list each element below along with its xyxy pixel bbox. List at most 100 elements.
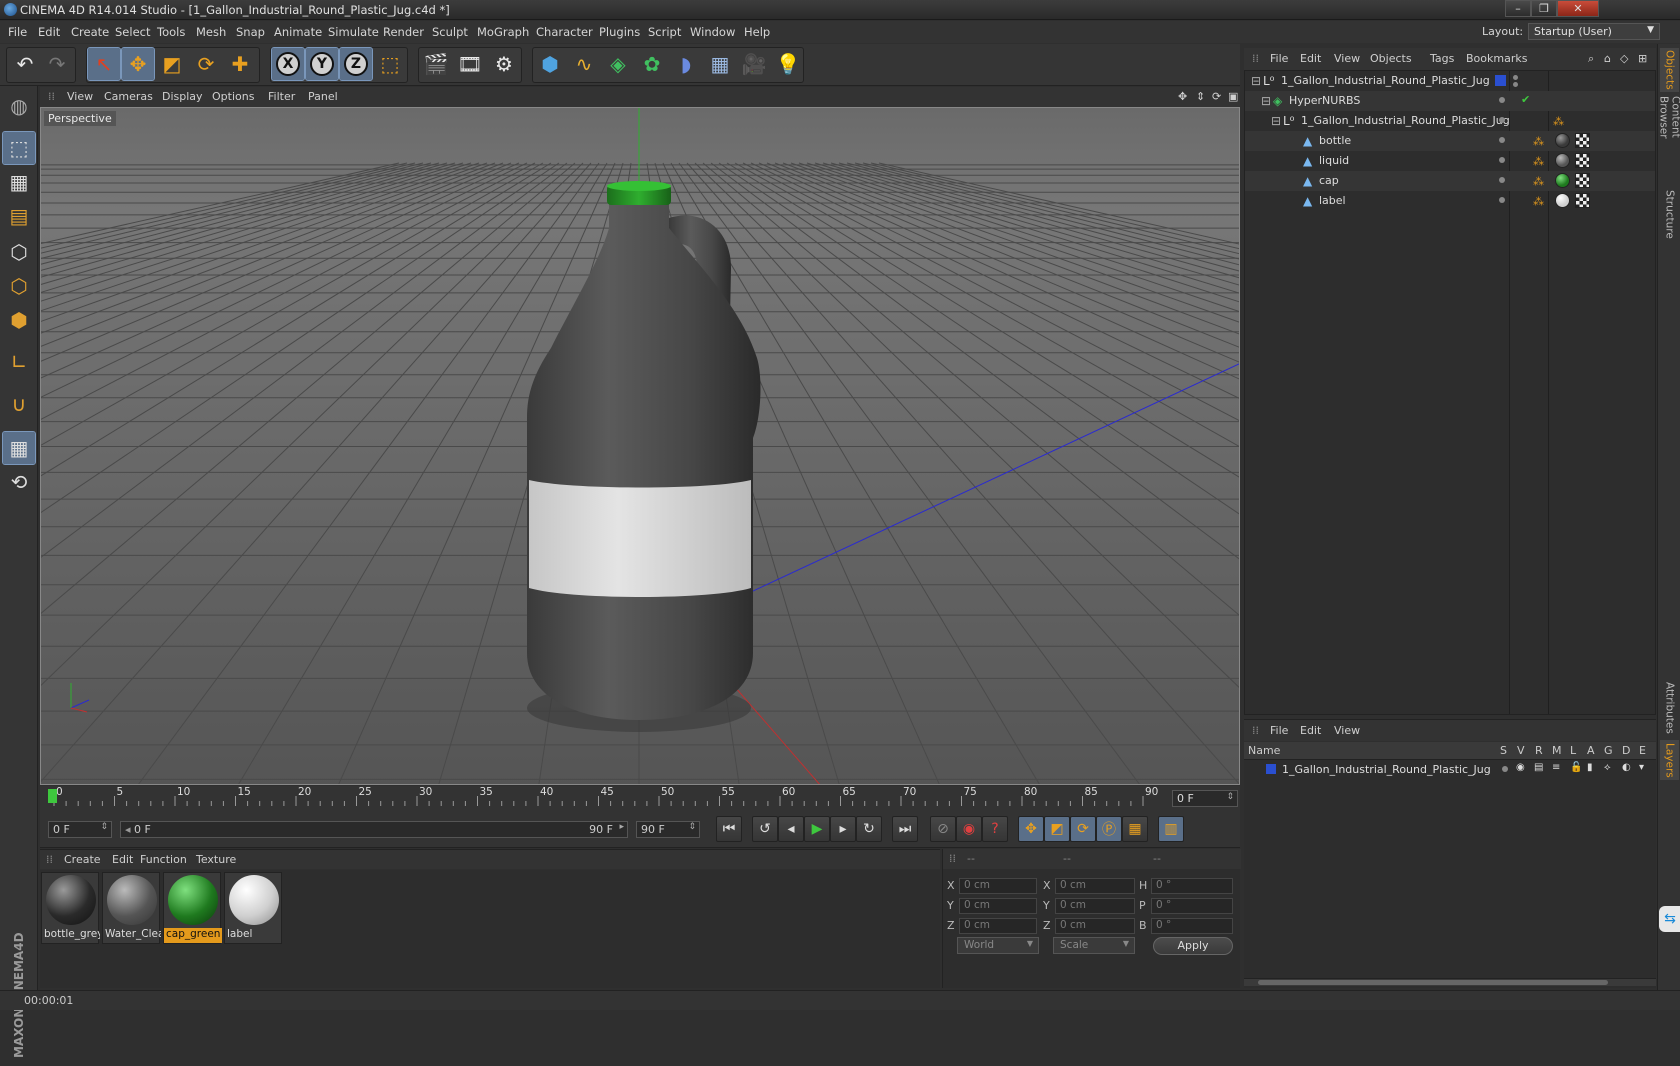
menu-tools[interactable]: Tools: [157, 25, 185, 39]
move-tool-icon[interactable]: ✥: [121, 47, 155, 81]
z-axis-lock-icon[interactable]: Z: [339, 47, 373, 81]
current-frame-field[interactable]: 0 F ⇕: [1172, 790, 1238, 807]
object-row[interactable]: ▲ cap ⁂: [1245, 171, 1655, 191]
go-to-end-icon[interactable]: ⏭: [892, 816, 918, 842]
object-row[interactable]: ▲ bottle ⁂: [1245, 131, 1655, 151]
viewport-zoom-icon[interactable]: ⇕: [1196, 90, 1205, 103]
viewport-menu-view[interactable]: View: [67, 90, 93, 103]
viewport-menu-cameras[interactable]: Cameras: [104, 90, 153, 103]
phong-tag-icon[interactable]: ⁂: [1533, 195, 1544, 208]
column-expressions[interactable]: E: [1639, 744, 1646, 757]
eye-icon[interactable]: ◉: [1516, 762, 1525, 773]
material-menu-create[interactable]: Create: [64, 853, 101, 866]
viewport-menu-options[interactable]: Options: [212, 90, 254, 103]
editor-visibility-dot[interactable]: [1499, 117, 1505, 123]
material-menu-function[interactable]: Function: [140, 853, 187, 866]
record-active-objects-icon[interactable]: ◉: [956, 816, 982, 842]
solo-toggle[interactable]: [1502, 766, 1508, 772]
rot-p-field[interactable]: 0 °: [1151, 898, 1233, 914]
nurbs-icon[interactable]: ◈: [602, 48, 634, 80]
playhead-marker[interactable]: [48, 789, 57, 803]
deformer-icon[interactable]: ◐: [1622, 762, 1631, 773]
x-axis-lock-icon[interactable]: X: [271, 47, 305, 81]
viewport-rotate-icon[interactable]: ⟳: [1212, 90, 1221, 103]
uvw-tag-icon[interactable]: [1575, 153, 1590, 168]
editor-visibility-dot[interactable]: [1499, 197, 1505, 203]
play-forward-icon[interactable]: ▶: [804, 816, 830, 842]
points-mode-icon[interactable]: ⬡: [3, 236, 35, 268]
axis-mode-icon[interactable]: ∟: [3, 346, 35, 378]
menu-render[interactable]: Render: [383, 25, 424, 39]
teamviewer-icon[interactable]: ⇆: [1659, 906, 1680, 932]
phong-tag-icon[interactable]: ⁂: [1533, 155, 1544, 168]
edges-mode-icon[interactable]: ⬡: [3, 270, 35, 302]
rot-b-field[interactable]: 0 °: [1151, 918, 1233, 934]
viewport-move-icon[interactable]: ✥: [1178, 90, 1187, 103]
close-button[interactable]: ✕: [1557, 0, 1599, 17]
workplane-lock-icon[interactable]: ▦: [2, 431, 36, 465]
editor-visibility-dot[interactable]: [1513, 75, 1518, 80]
autokeying-icon[interactable]: ?: [982, 816, 1008, 842]
column-generators[interactable]: G: [1604, 744, 1613, 757]
layer-color-swatch[interactable]: [1266, 764, 1276, 774]
object-row[interactable]: ▲ liquid ⁂: [1245, 151, 1655, 171]
editor-visibility-dot[interactable]: [1499, 97, 1505, 103]
search-icon[interactable]: ⌕: [1588, 52, 1594, 66]
collapse-icon[interactable]: ⊟: [1271, 114, 1281, 128]
render-settings-icon[interactable]: ⚙: [488, 48, 520, 80]
object-row[interactable]: ⊟ L⁰ 1_Gallon_Industrial_Round_Plastic_J…: [1245, 71, 1655, 91]
column-animation[interactable]: A: [1587, 744, 1595, 757]
snap-magnet-icon[interactable]: ∪: [3, 388, 35, 420]
lock-icon[interactable]: 🔓: [1570, 762, 1582, 773]
make-editable-icon[interactable]: ◍: [3, 90, 35, 122]
object-row[interactable]: ⊟ L⁰ 1_Gallon_Industrial_Round_Plastic_J…: [1245, 111, 1655, 131]
coordinate-system-icon[interactable]: ⬚: [374, 48, 406, 80]
render-visibility-dot[interactable]: [1513, 82, 1518, 87]
previous-frame-icon[interactable]: ◂: [778, 816, 804, 842]
objects-menu-tags[interactable]: Tags: [1430, 52, 1454, 65]
eye-icon[interactable]: ◇: [1620, 52, 1628, 65]
camera-icon[interactable]: 🎥: [738, 48, 770, 80]
3d-viewport[interactable]: Perspective: [40, 107, 1240, 785]
deformer-icon[interactable]: ◗: [670, 48, 702, 80]
next-frame-icon[interactable]: ▸: [830, 816, 856, 842]
layers-menu-view[interactable]: View: [1334, 724, 1360, 737]
objects-menu-bookmarks[interactable]: Bookmarks: [1466, 52, 1527, 65]
menu-mesh[interactable]: Mesh: [196, 25, 226, 39]
motion-record-icon[interactable]: ⊘: [930, 816, 956, 842]
manager-icon[interactable]: ≡: [1552, 762, 1560, 773]
light-icon[interactable]: 💡: [772, 48, 804, 80]
expression-icon[interactable]: ▾: [1639, 762, 1644, 773]
tab-content-browser[interactable]: Content Browser: [1658, 96, 1680, 182]
editor-visibility-dot[interactable]: [1499, 157, 1505, 163]
timeline-ruler[interactable]: 0 5 10 15 20 25 30 35 40 45 50 55 60 65 70 75 80 85 90: [40, 786, 1240, 812]
menu-window[interactable]: Window: [690, 25, 735, 39]
perspective-label[interactable]: Perspective: [44, 111, 116, 126]
material-cap-green[interactable]: cap_green: [163, 872, 222, 944]
y-axis-lock-icon[interactable]: Y: [305, 47, 339, 81]
render-view-icon[interactable]: 🎬: [420, 48, 452, 80]
menu-animate[interactable]: Animate: [274, 25, 322, 39]
redo-icon[interactable]: ↷: [41, 48, 73, 80]
objects-menu-edit[interactable]: Edit: [1300, 52, 1321, 65]
layers-menu-file[interactable]: File: [1270, 724, 1288, 737]
scale-tool-icon[interactable]: ◩: [156, 48, 188, 80]
frame-range-slider[interactable]: ◂ 0 F 90 F ▸: [120, 821, 628, 838]
column-render[interactable]: R: [1535, 744, 1543, 757]
layers-menu-edit[interactable]: Edit: [1300, 724, 1321, 737]
material-tag-icon[interactable]: [1555, 193, 1570, 208]
start-frame-field[interactable]: 0 F ⇕: [48, 821, 112, 838]
menu-select[interactable]: Select: [115, 25, 150, 39]
cube-primitive-icon[interactable]: ⬢: [534, 48, 566, 80]
menu-character[interactable]: Character: [536, 25, 593, 39]
material-tag-icon[interactable]: [1555, 133, 1570, 148]
layer-row[interactable]: 1_Gallon_Industrial_Round_Plastic_Jug ◉ …: [1244, 760, 1654, 780]
pos-z-field[interactable]: 0 cm: [959, 918, 1037, 934]
menu-snap[interactable]: Snap: [236, 25, 265, 39]
column-name[interactable]: Name: [1248, 744, 1280, 757]
minimize-button[interactable]: –: [1505, 0, 1531, 17]
tag-icon[interactable]: ⁂: [1553, 115, 1564, 128]
size-mode-dropdown[interactable]: Scale ▼: [1053, 937, 1135, 954]
key-position-icon[interactable]: ✥: [1018, 816, 1044, 842]
key-scale-icon[interactable]: ◩: [1044, 816, 1070, 842]
